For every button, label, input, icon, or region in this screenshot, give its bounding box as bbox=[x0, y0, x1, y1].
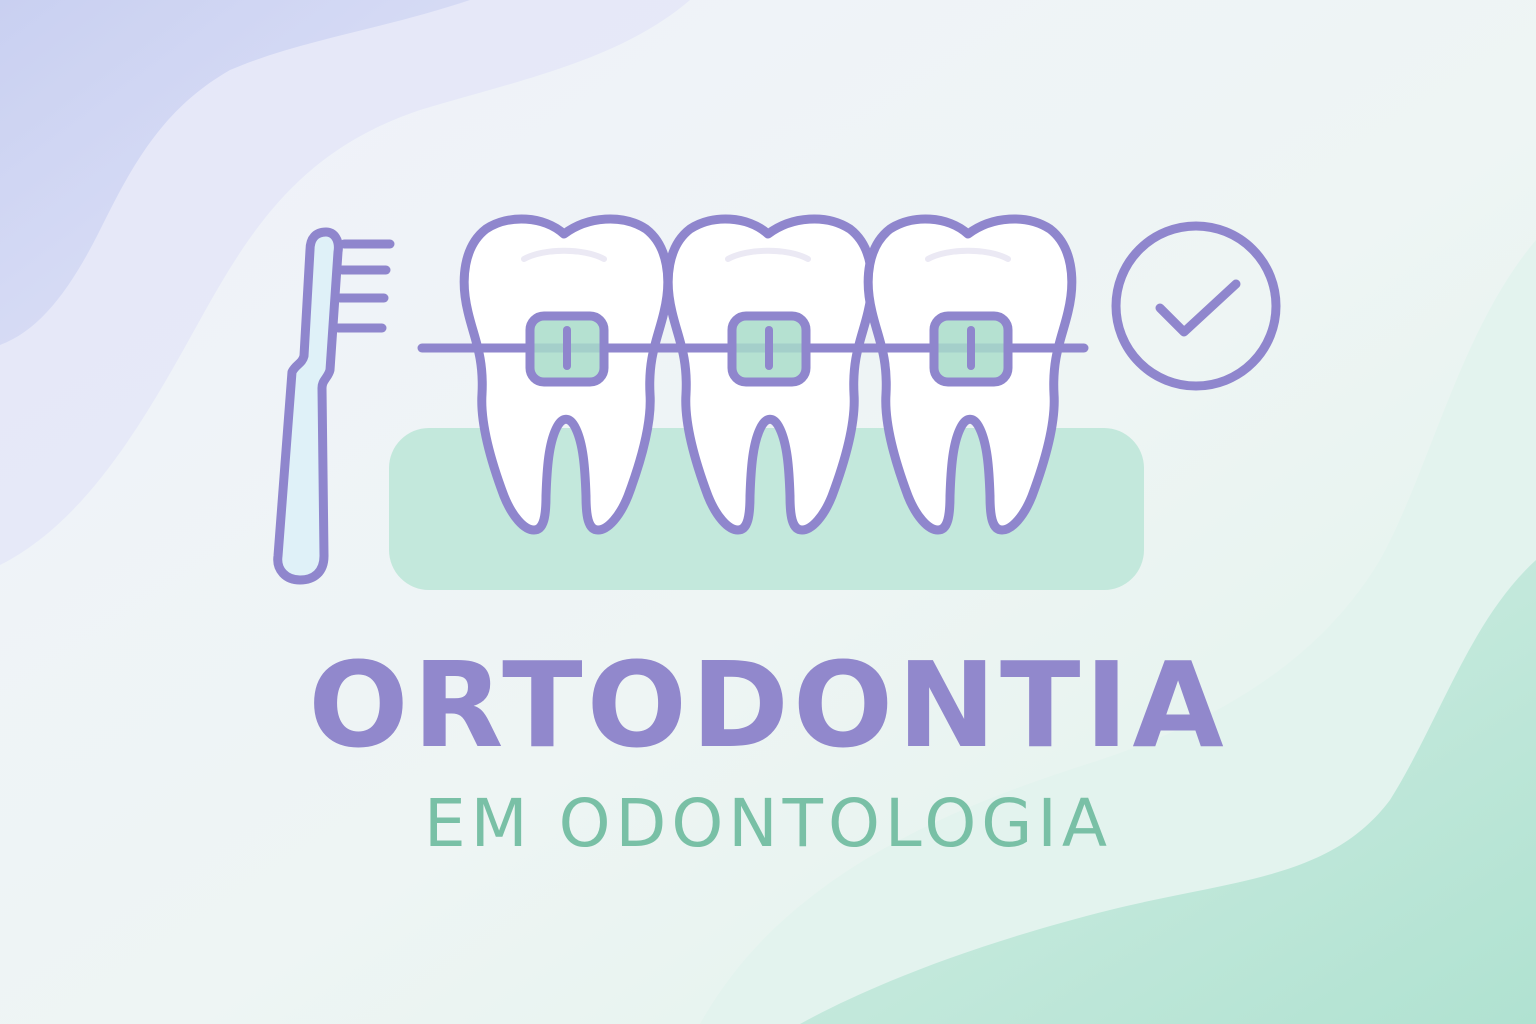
braces-bracket-icon bbox=[525, 311, 609, 387]
braces-bracket-icon bbox=[929, 311, 1013, 387]
orthodontics-illustration bbox=[273, 0, 1281, 590]
toothbrush-icon bbox=[273, 227, 395, 585]
main-title: ORTODONTIA bbox=[308, 636, 1228, 774]
braces-bracket-icon bbox=[727, 311, 811, 387]
check-circle-icon bbox=[1111, 221, 1281, 391]
subtitle: EM ODONTOLOGIA bbox=[423, 785, 1113, 862]
